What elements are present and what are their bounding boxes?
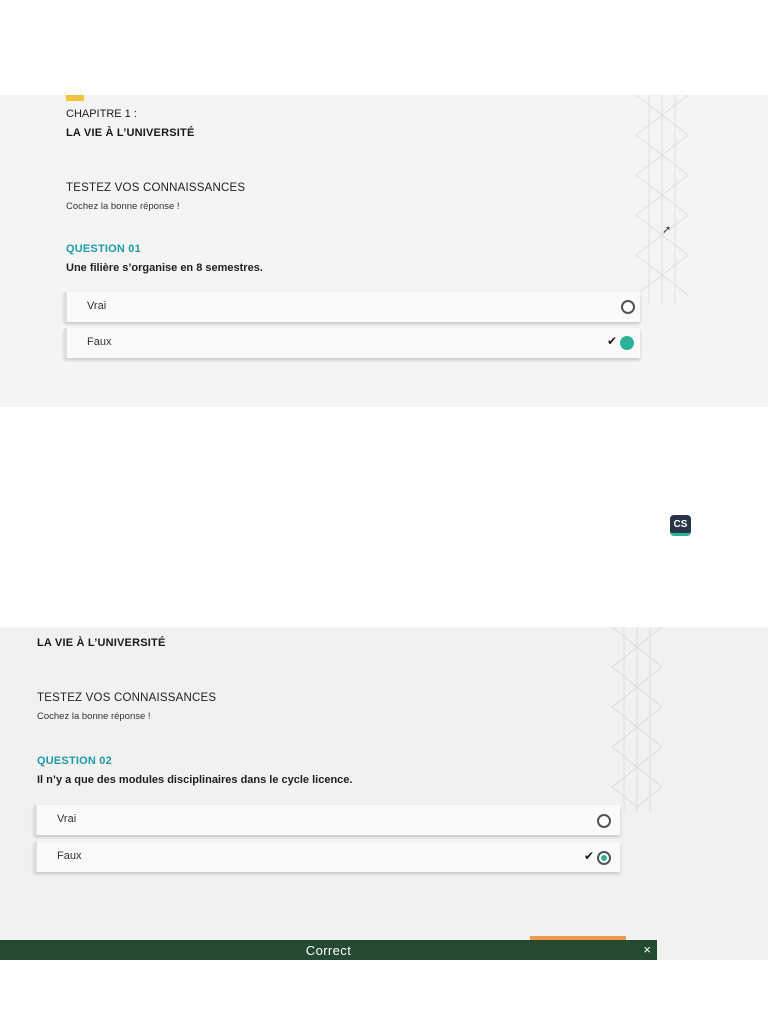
answer-option-label: Faux [57, 850, 82, 862]
page-title: LA VIE À L’UNIVERSITÉ [66, 127, 195, 139]
question-number: QUESTION 02 [37, 755, 112, 767]
page-title: LA VIE À L’UNIVERSITÉ [37, 637, 166, 649]
close-icon[interactable]: × [643, 942, 651, 957]
answer-option-faux[interactable]: Faux ✔ [64, 328, 640, 358]
answer-option-vrai[interactable]: Vrai [34, 805, 620, 835]
radio-selected-icon[interactable] [620, 336, 634, 350]
quiz-screen-question-02: LA VIE À L’UNIVERSITÉ TESTEZ VOS CONNAIS… [0, 627, 768, 960]
answer-option-vrai[interactable]: Vrai [64, 292, 640, 322]
answer-option-label: Vrai [57, 813, 77, 825]
geometric-pattern-decoration [612, 627, 662, 812]
feedback-message: Correct [305, 943, 352, 958]
chapter-label: CHAPITRE 1 : [66, 108, 137, 120]
camscanner-badge: CS [670, 515, 691, 536]
checkmark-icon: ✔ [607, 334, 618, 348]
question-text: Une filière s’organise en 8 semestres. [66, 262, 263, 274]
radio-unselected-icon[interactable] [597, 814, 611, 828]
question-text: Il n’y a que des modules disciplinaires … [37, 774, 353, 786]
answer-option-faux[interactable]: Faux ✔ [34, 842, 620, 872]
mouse-pointer-icon: ➚ [662, 223, 672, 236]
checkmark-icon: ✔ [584, 849, 595, 863]
chapter-accent-bar [66, 95, 84, 101]
feedback-bar: Correct × [0, 940, 657, 960]
section-title: TESTEZ VOS CONNAISSANCES [66, 182, 246, 194]
radio-unselected-icon[interactable] [621, 300, 635, 314]
answer-option-label: Faux [87, 336, 112, 348]
geometric-pattern-decoration [636, 95, 688, 305]
instruction-text: Cochez la bonne réponse ! [66, 201, 180, 212]
quiz-screen-question-01: CHAPITRE 1 : LA VIE À L’UNIVERSITÉ TESTE… [0, 95, 768, 407]
answer-option-label: Vrai [87, 300, 107, 312]
question-number: QUESTION 01 [66, 243, 141, 255]
section-title: TESTEZ VOS CONNAISSANCES [37, 692, 217, 704]
radio-selected-icon[interactable] [597, 851, 611, 865]
instruction-text: Cochez la bonne réponse ! [37, 711, 151, 722]
